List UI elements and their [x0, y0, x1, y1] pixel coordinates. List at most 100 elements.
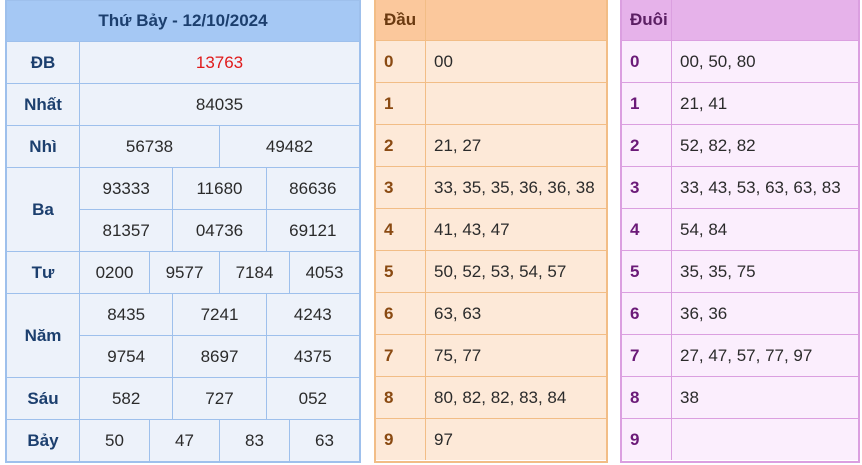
prize-values: 50 47 83 63 [80, 420, 359, 461]
duoi-digit: 5 [622, 251, 672, 292]
prize-number: 8435 [107, 304, 146, 324]
dau-numbers: 33, 35, 35, 36, 36, 38 [434, 177, 595, 197]
duoi-numbers: 00, 50, 80 [680, 51, 756, 71]
prize-label: ĐB [7, 42, 80, 83]
prize-label: Tư [7, 252, 80, 293]
prize-number: 4375 [265, 336, 359, 377]
duoi-digit: 6 [622, 293, 672, 334]
prize-number: 11680 [172, 168, 265, 209]
prize-label: Nhì [7, 126, 80, 167]
dau-digit: 6 [376, 293, 426, 334]
prize-row: Ba 93333 11680 86636 81357 04736 69121 [7, 167, 359, 251]
dau-row: 7 75, 77 [376, 334, 606, 376]
duoi-digit: 2 [622, 125, 672, 166]
dau-numbers: 21, 27 [434, 135, 482, 155]
prize-number: 8697 [172, 336, 265, 377]
duoi-numbers: 33, 43, 53, 63, 63, 83 [680, 177, 841, 197]
prize-number: 81357 [102, 220, 150, 240]
duoi-row: 3 33, 43, 53, 63, 63, 83 [622, 166, 858, 208]
dau-row: 8 80, 82, 82, 83, 84 [376, 376, 606, 418]
prize-number: 9754 [107, 346, 146, 366]
dau-title: Đầu [376, 0, 426, 40]
dau-digit: 8 [376, 377, 426, 418]
duoi-rows: 0 00, 50, 80 1 21, 41 2 52, 82, 82 3 33, 43, 53… [622, 40, 858, 460]
results-title: Thứ Bảy - 12/10/2024 [7, 0, 359, 41]
prize-number: 84035 [195, 94, 244, 114]
duoi-row: 0 00, 50, 80 [622, 40, 858, 82]
prize-values: 13763 [80, 42, 359, 83]
dau-numbers: 80, 82, 82, 83, 84 [434, 387, 567, 407]
duoi-header-blank [672, 0, 858, 40]
dau-digit: 7 [376, 335, 426, 376]
prize-number: 7241 [172, 294, 265, 335]
results-table: Thứ Bảy - 12/10/2024 ĐB 13763 Nhất 84035 Nhì… [5, 0, 361, 463]
prize-number: 7184 [219, 252, 289, 293]
prize-line: 9754 8697 4375 [80, 335, 359, 377]
prize-values: 0200 9577 7184 4053 [80, 252, 359, 293]
prize-values: 84035 [80, 84, 359, 125]
prize-row: Bảy 50 47 83 63 [7, 419, 359, 461]
duoi-row: 5 35, 35, 75 [622, 250, 858, 292]
prize-rows: ĐB 13763 Nhất 84035 Nhì 56738 49482 Ba 93333 1168… [7, 41, 359, 461]
duoi-digit: 4 [622, 209, 672, 250]
prize-row: Nhất 84035 [7, 83, 359, 125]
prize-number: 83 [219, 420, 289, 461]
prize-label: Năm [7, 294, 80, 377]
prize-row: ĐB 13763 [7, 41, 359, 83]
duoi-row: 4 54, 84 [622, 208, 858, 250]
prize-row: Sáu 582 727 052 [7, 377, 359, 419]
duoi-table: Đuôi 0 00, 50, 80 1 21, 41 2 52, 82, 82 3 33, 4… [620, 0, 860, 463]
duoi-digit: 0 [622, 41, 672, 82]
duoi-numbers: 21, 41 [680, 93, 728, 113]
dau-digit: 1 [376, 83, 426, 124]
duoi-row: 7 27, 47, 57, 77, 97 [622, 334, 858, 376]
prize-number: 13763 [195, 52, 244, 72]
dau-row: 6 63, 63 [376, 292, 606, 334]
dau-numbers: 50, 52, 53, 54, 57 [434, 261, 567, 281]
prize-values: 56738 49482 [80, 126, 359, 167]
duoi-numbers: 52, 82, 82 [680, 135, 756, 155]
prize-line: 13763 [80, 42, 359, 83]
duoi-numbers: 27, 47, 57, 77, 97 [680, 345, 813, 365]
dau-row: 0 00 [376, 40, 606, 82]
dau-row: 2 21, 27 [376, 124, 606, 166]
prize-number: 49482 [219, 126, 359, 167]
duoi-numbers: 54, 84 [680, 219, 728, 239]
duoi-row: 9 [622, 418, 858, 460]
dau-digit: 3 [376, 167, 426, 208]
prize-values: 582 727 052 [80, 378, 359, 419]
prize-line: 50 47 83 63 [80, 420, 359, 461]
prize-row: Nhì 56738 49482 [7, 125, 359, 167]
dau-row: 4 41, 43, 47 [376, 208, 606, 250]
duoi-title: Đuôi [622, 0, 672, 40]
duoi-digit: 9 [622, 419, 672, 460]
duoi-digit: 1 [622, 83, 672, 124]
dau-numbers: 97 [434, 429, 453, 449]
prize-number: 0200 [95, 262, 134, 282]
prize-values: 8435 7241 4243 9754 8697 4375 [80, 294, 359, 377]
prize-label: Sáu [7, 378, 80, 419]
prize-values: 93333 11680 86636 81357 04736 69121 [80, 168, 359, 251]
prize-line: 8435 7241 4243 [80, 294, 359, 335]
duoi-row: 8 38 [622, 376, 858, 418]
prize-line: 93333 11680 86636 [80, 168, 359, 209]
prize-line: 0200 9577 7184 4053 [80, 252, 359, 293]
duoi-digit: 3 [622, 167, 672, 208]
prize-number: 582 [111, 388, 141, 408]
duoi-digit: 8 [622, 377, 672, 418]
dau-digit: 9 [376, 419, 426, 460]
dau-digit: 0 [376, 41, 426, 82]
prize-number: 93333 [102, 178, 150, 198]
prize-number: 052 [265, 378, 359, 419]
dau-numbers: 00 [434, 51, 453, 71]
dau-header-blank [426, 0, 606, 40]
duoi-digit: 7 [622, 335, 672, 376]
duoi-numbers: 38 [680, 387, 699, 407]
dau-header: Đầu [376, 0, 606, 40]
prize-number: 4243 [265, 294, 359, 335]
prize-line: 81357 04736 69121 [80, 209, 359, 251]
dau-table: Đầu 0 00 1 2 21, 27 3 33, 35, 35, 36, 36, 38 4 4… [374, 0, 608, 463]
prize-number: 4053 [289, 252, 359, 293]
duoi-row: 1 21, 41 [622, 82, 858, 124]
prize-number: 56738 [125, 136, 174, 156]
